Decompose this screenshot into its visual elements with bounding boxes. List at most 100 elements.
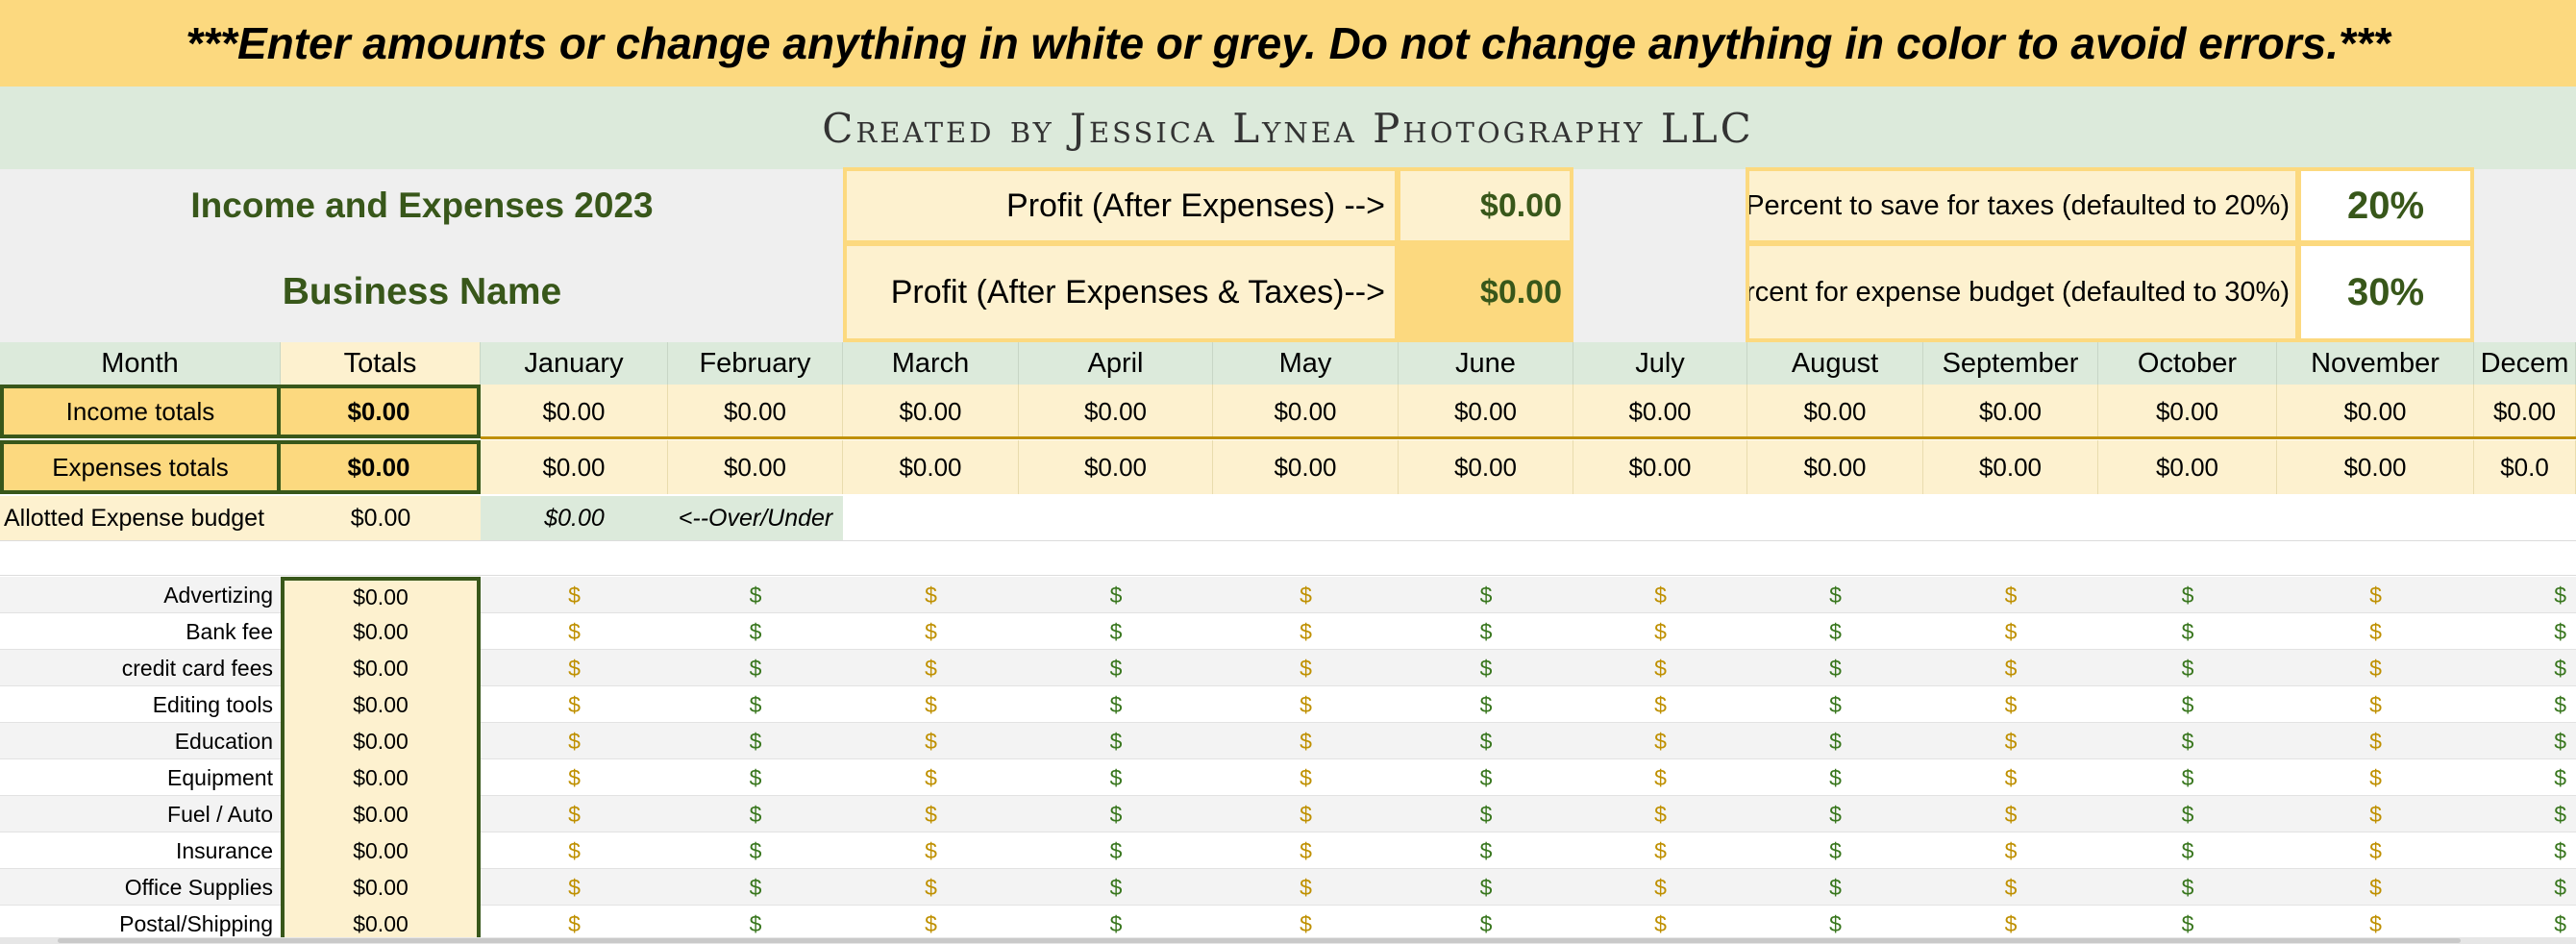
expense-amount-cell[interactable]: $ [843, 650, 1019, 686]
expense-amount-cell[interactable]: $ [843, 796, 1019, 832]
expense-amount-cell[interactable]: $ [1923, 650, 2098, 686]
expense-amount-cell[interactable]: $ [481, 613, 668, 650]
expense-amount-cell[interactable]: $ [2098, 686, 2277, 723]
expense-amount-cell[interactable]: $ [668, 577, 843, 613]
expense-amount-cell[interactable]: $ [1399, 759, 1573, 796]
expense-amount-cell[interactable]: $ [668, 613, 843, 650]
expense-amount-cell[interactable]: $ [481, 832, 668, 869]
expense-amount-cell[interactable]: $ [2277, 723, 2474, 759]
expense-category-name[interactable]: Editing tools [0, 686, 281, 723]
expense-amount-cell[interactable]: $ [1747, 759, 1923, 796]
expense-amount-cell[interactable]: $ [2474, 832, 2566, 869]
expense-category-name[interactable]: Bank fee [0, 613, 281, 650]
expense-amount-cell[interactable]: $ [668, 869, 843, 906]
tax-percent-value[interactable]: 20% [2297, 167, 2474, 244]
expense-amount-cell[interactable]: $ [1213, 759, 1399, 796]
expense-amount-cell[interactable]: $ [1573, 723, 1747, 759]
expense-amount-cell[interactable]: $ [843, 869, 1019, 906]
expense-amount-cell[interactable]: $ [1573, 869, 1747, 906]
expense-amount-cell[interactable]: $ [1213, 686, 1399, 723]
expense-amount-cell[interactable]: $ [1019, 577, 1213, 613]
expense-amount-cell[interactable]: $ [2098, 723, 2277, 759]
expense-amount-cell[interactable]: $ [1747, 869, 1923, 906]
expense-amount-cell[interactable]: $ [2098, 613, 2277, 650]
expense-amount-cell[interactable]: $ [2277, 796, 2474, 832]
expense-amount-cell[interactable]: $ [1019, 832, 1213, 869]
budget-percent-value[interactable]: 30% [2297, 242, 2474, 342]
expense-amount-cell[interactable]: $ [1399, 686, 1573, 723]
expense-amount-cell[interactable]: $ [1747, 796, 1923, 832]
expense-amount-cell[interactable]: $ [1573, 577, 1747, 613]
expense-amount-cell[interactable]: $ [1019, 796, 1213, 832]
expense-amount-cell[interactable]: $ [1923, 686, 2098, 723]
expense-amount-cell[interactable]: $ [2474, 869, 2566, 906]
expense-amount-cell[interactable]: $ [1747, 723, 1923, 759]
expense-category-name[interactable]: Fuel / Auto [0, 796, 281, 832]
expense-amount-cell[interactable]: $ [481, 650, 668, 686]
expense-amount-cell[interactable]: $ [2277, 577, 2474, 613]
expense-amount-cell[interactable]: $ [1213, 577, 1399, 613]
expense-amount-cell[interactable]: $ [481, 869, 668, 906]
expense-amount-cell[interactable]: $ [1747, 686, 1923, 723]
expense-amount-cell[interactable]: $ [1747, 650, 1923, 686]
expense-amount-cell[interactable]: $ [1747, 832, 1923, 869]
expense-amount-cell[interactable]: $ [1747, 613, 1923, 650]
expense-amount-cell[interactable]: $ [1573, 832, 1747, 869]
expense-amount-cell[interactable]: $ [1747, 577, 1923, 613]
expense-amount-cell[interactable]: $ [1019, 686, 1213, 723]
expense-amount-cell[interactable]: $ [1213, 832, 1399, 869]
expense-category-name[interactable]: Education [0, 723, 281, 759]
expense-amount-cell[interactable]: $ [1573, 759, 1747, 796]
expense-amount-cell[interactable]: $ [2474, 650, 2566, 686]
expense-amount-cell[interactable]: $ [843, 686, 1019, 723]
expense-amount-cell[interactable]: $ [1399, 796, 1573, 832]
expense-amount-cell[interactable]: $ [1399, 613, 1573, 650]
expense-amount-cell[interactable]: $ [2277, 869, 2474, 906]
expense-amount-cell[interactable]: $ [843, 832, 1019, 869]
expense-amount-cell[interactable]: $ [2277, 613, 2474, 650]
expense-amount-cell[interactable]: $ [1573, 686, 1747, 723]
expense-amount-cell[interactable]: $ [2098, 796, 2277, 832]
expense-amount-cell[interactable]: $ [2474, 723, 2566, 759]
scrollbar-thumb[interactable] [58, 938, 2461, 943]
expense-amount-cell[interactable]: $ [2277, 650, 2474, 686]
expense-amount-cell[interactable]: $ [1923, 613, 2098, 650]
expense-amount-cell[interactable]: $ [843, 613, 1019, 650]
expense-amount-cell[interactable]: $ [1923, 869, 2098, 906]
expense-amount-cell[interactable]: $ [843, 759, 1019, 796]
expense-amount-cell[interactable]: $ [1923, 723, 2098, 759]
expense-category-name[interactable]: credit card fees [0, 650, 281, 686]
expense-amount-cell[interactable]: $ [2474, 686, 2566, 723]
expense-amount-cell[interactable]: $ [481, 759, 668, 796]
expense-amount-cell[interactable]: $ [1399, 723, 1573, 759]
expense-amount-cell[interactable]: $ [1923, 796, 2098, 832]
expense-amount-cell[interactable]: $ [2474, 796, 2566, 832]
expense-amount-cell[interactable]: $ [2277, 759, 2474, 796]
expense-amount-cell[interactable]: $ [1573, 796, 1747, 832]
expense-amount-cell[interactable]: $ [1399, 650, 1573, 686]
expense-amount-cell[interactable]: $ [1923, 832, 2098, 869]
expense-amount-cell[interactable]: $ [1923, 759, 2098, 796]
expense-amount-cell[interactable]: $ [1019, 650, 1213, 686]
expense-amount-cell[interactable]: $ [1399, 832, 1573, 869]
expense-category-name[interactable]: Advertizing [0, 577, 281, 613]
expense-amount-cell[interactable]: $ [1019, 613, 1213, 650]
expense-amount-cell[interactable]: $ [481, 577, 668, 613]
expense-amount-cell[interactable]: $ [2474, 613, 2566, 650]
expense-amount-cell[interactable]: $ [1573, 613, 1747, 650]
sheet-title[interactable]: Income and Expenses 2023 [0, 169, 844, 242]
expense-amount-cell[interactable]: $ [668, 723, 843, 759]
expense-amount-cell[interactable]: $ [668, 650, 843, 686]
expense-amount-cell[interactable]: $ [2098, 832, 2277, 869]
expense-amount-cell[interactable]: $ [481, 796, 668, 832]
expense-amount-cell[interactable]: $ [1213, 723, 1399, 759]
expense-amount-cell[interactable]: $ [1019, 869, 1213, 906]
expense-amount-cell[interactable]: $ [2098, 759, 2277, 796]
expense-amount-cell[interactable]: $ [1213, 869, 1399, 906]
expense-amount-cell[interactable]: $ [481, 686, 668, 723]
expense-amount-cell[interactable]: $ [668, 686, 843, 723]
expense-category-name[interactable]: Equipment [0, 759, 281, 796]
expense-amount-cell[interactable]: $ [1213, 796, 1399, 832]
expense-amount-cell[interactable]: $ [1573, 650, 1747, 686]
expense-amount-cell[interactable]: $ [1019, 723, 1213, 759]
